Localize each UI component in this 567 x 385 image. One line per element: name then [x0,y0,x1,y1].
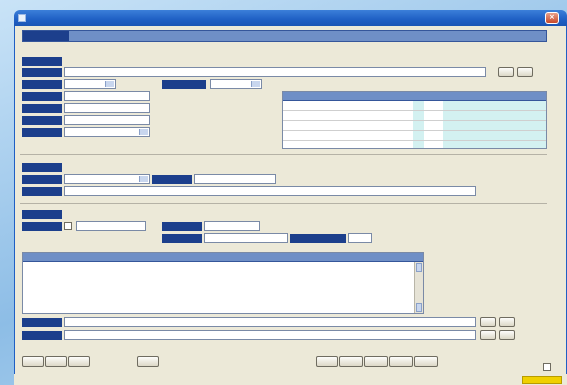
status-bar [14,374,567,385]
toolbar-checkbox[interactable] [543,363,551,371]
section-3-label-1 [22,222,62,231]
section-1-field-4 [64,115,150,125]
bottom-label-1 [22,318,62,327]
section-2-label-1 [22,175,62,184]
header-caption [23,31,69,41]
toolbar-button-2[interactable] [45,356,67,367]
section-3-field-4 [348,233,372,243]
toolbar-button-5[interactable] [316,356,338,367]
section-1-field-1[interactable] [64,67,486,77]
notes-header [23,253,423,262]
window-titlebar[interactable]: × [14,10,567,26]
toolbar-button-4[interactable] [137,356,159,367]
section-2-caption [22,163,62,172]
section-1-label-1 [22,68,62,77]
section-3-label-3 [162,234,202,243]
section-1-field-2 [64,91,150,101]
table-row[interactable] [283,131,546,141]
section-1-label-4 [22,92,62,101]
app-icon [18,14,26,22]
section-1-button-a[interactable] [498,67,514,77]
toolbar-button-3[interactable] [68,356,90,367]
grid-header [283,92,546,101]
section-1-label-3 [162,80,206,89]
section-2-field-1[interactable] [194,174,276,184]
bottom-button-1b[interactable] [499,317,515,327]
bottom-field-2[interactable] [64,330,476,340]
header-band [22,30,547,42]
toolbar-button-9[interactable] [414,356,438,367]
section-1-label-5 [22,104,62,113]
section-3-checkbox[interactable] [64,222,72,230]
window-title [30,12,290,24]
section-1-select-3[interactable] [64,127,150,137]
notes-area[interactable] [22,252,424,314]
bottom-button-2b[interactable] [499,330,515,340]
section-1-select-2[interactable] [210,79,262,89]
section-1-field-3 [64,103,150,113]
section-1-grid [282,91,547,149]
section-2-label-2 [152,175,192,184]
section-3-label-4 [290,234,346,243]
section-2-field-2[interactable] [64,186,476,196]
section-3-field-2 [204,221,260,231]
section-3-label-2 [162,222,202,231]
divider [20,154,547,155]
section-2-label-3 [22,187,62,196]
section-1-select-1[interactable] [64,79,116,89]
toolbar-button-7[interactable] [364,356,388,367]
notes-scrollbar[interactable] [414,262,423,313]
section-2-select-1[interactable] [64,174,150,184]
section-1-label-2 [22,80,62,89]
close-button[interactable]: × [545,12,559,24]
section-3-field-1 [76,221,146,231]
bottom-button-2a[interactable] [480,330,496,340]
table-row[interactable] [283,101,546,111]
table-row[interactable] [283,111,546,121]
toolbar-button-1[interactable] [22,356,44,367]
section-1-label-6 [22,116,62,125]
bottom-field-1[interactable] [64,317,476,327]
section-3-field-3 [204,233,288,243]
section-1-button-b[interactable] [517,67,533,77]
header-value [77,31,227,41]
toolbar-button-6[interactable] [339,356,363,367]
section-3-caption [22,210,62,219]
bottom-button-1a[interactable] [480,317,496,327]
section-1-label-7 [22,128,62,137]
bottom-label-2 [22,331,62,340]
section-1-caption [22,57,62,66]
table-row[interactable] [283,121,546,131]
close-icon: × [549,13,555,21]
status-badge [522,376,562,384]
divider [20,203,547,204]
toolbar-button-8[interactable] [389,356,413,367]
